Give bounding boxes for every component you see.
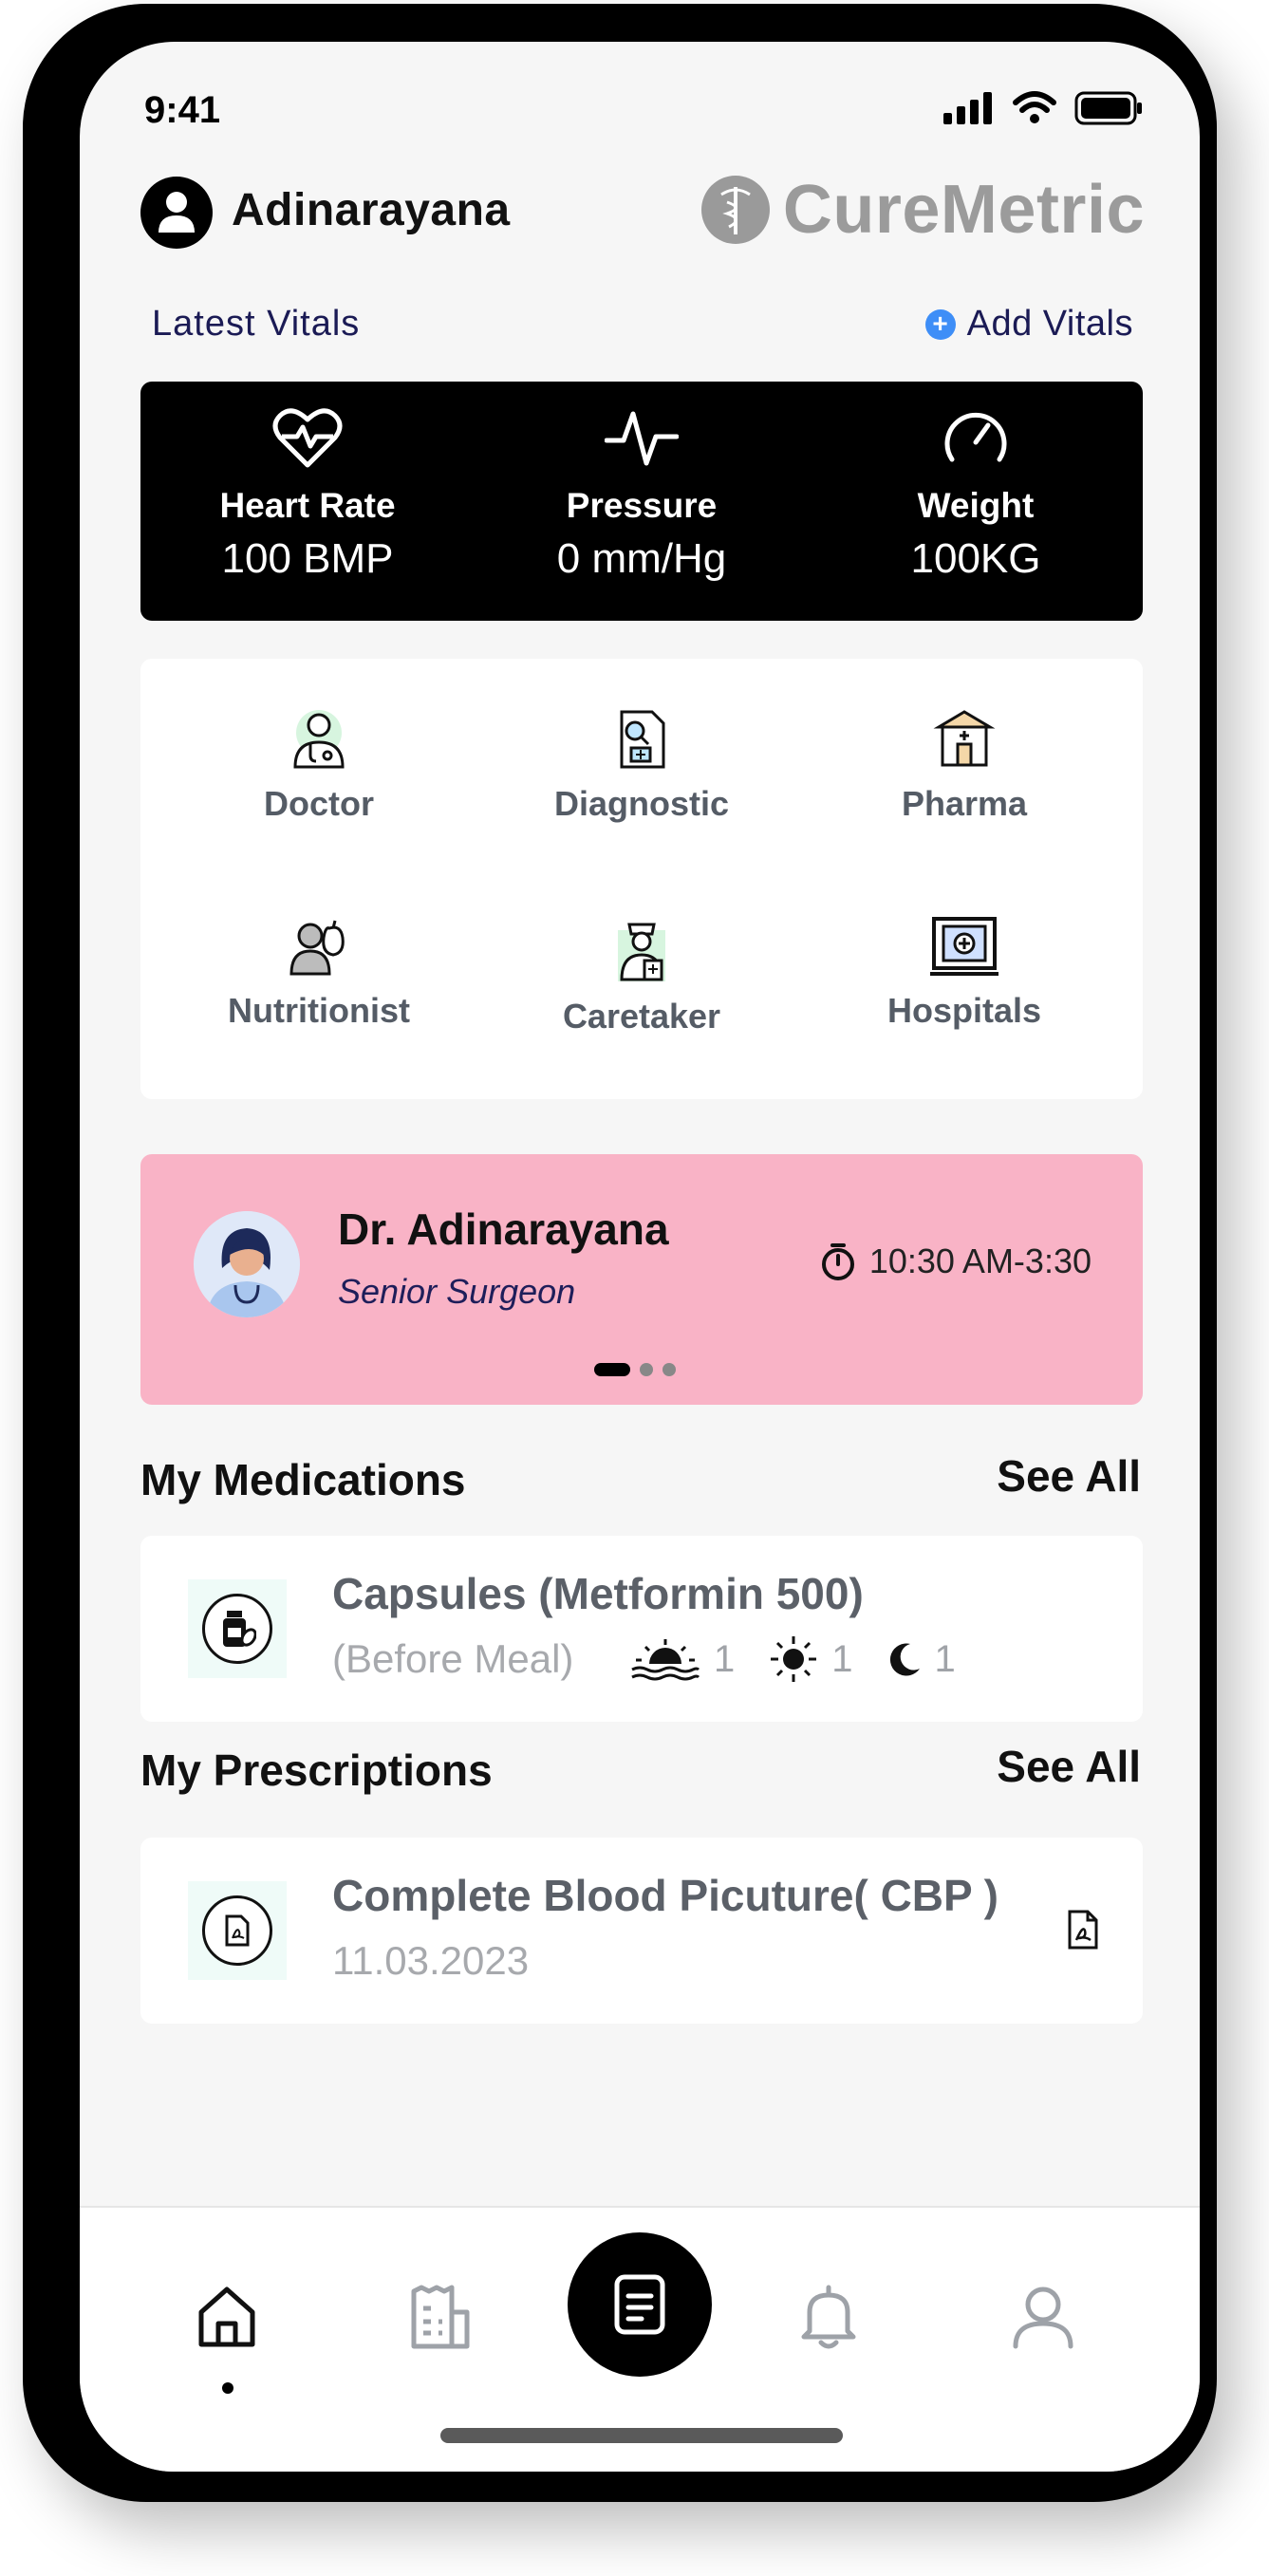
vitals-card: Heart Rate 100 BMP Pressure 0 mm/Hg Weig…: [140, 382, 1143, 621]
prescription-date: 11.03.2023: [332, 1938, 530, 1983]
prescription-item[interactable]: Complete Blood Picuture( CBP ) 11.03.202…: [140, 1838, 1143, 2024]
vital-label: Heart Rate: [219, 486, 396, 525]
service-label: Diagnostic: [553, 784, 730, 823]
heart-pulse-icon: [272, 408, 343, 468]
doctor-portrait-icon: [194, 1211, 300, 1317]
dose-schedule: 1 1 1: [630, 1634, 977, 1684]
user-avatar[interactable]: [140, 177, 213, 249]
carousel-dot[interactable]: [662, 1363, 676, 1376]
doctor-avatar: [194, 1211, 300, 1317]
medications-see-all[interactable]: See All: [997, 1450, 1141, 1502]
diagnostic-report-icon: [620, 710, 665, 769]
home-icon: [198, 2287, 255, 2347]
vital-label: Pressure: [566, 486, 718, 525]
morning-count: 1: [714, 1637, 736, 1680]
doctor-time-text: 10:30 AM-3:30: [868, 1241, 1092, 1280]
nav-documents-button[interactable]: [568, 2232, 712, 2377]
prescriptions-see-all[interactable]: See All: [997, 1741, 1141, 1792]
brand-name: CureMetric: [782, 172, 1145, 248]
pdf-document-icon: [202, 1895, 272, 1966]
vital-weight[interactable]: Weight 100KG: [809, 382, 1143, 621]
status-icons: [943, 91, 1143, 125]
service-caretaker[interactable]: Caretaker: [499, 915, 784, 1036]
service-label: Doctor: [264, 784, 374, 823]
caduceus-logo-icon: [700, 176, 770, 244]
nav-active-indicator: [222, 2382, 233, 2394]
document-icon: [614, 2274, 665, 2335]
vital-value: 0 mm/Hg: [556, 535, 727, 582]
latest-vitals-title: Latest Vitals: [152, 304, 361, 344]
service-hospitals[interactable]: Hospitals: [822, 915, 1107, 1031]
plus-icon: +: [924, 308, 956, 340]
stopwatch-icon: [821, 1243, 854, 1280]
hospital-icon: [930, 917, 998, 976]
doctor-role: Senior Surgeon: [338, 1272, 576, 1311]
sunrise-icon: [631, 1639, 700, 1681]
doctor-card[interactable]: Dr. Adinarayana Senior Surgeon 10:30 AM-…: [140, 1154, 1143, 1405]
pill-bottle-icon: [202, 1594, 272, 1664]
pharmacy-store-icon: [933, 710, 996, 767]
caretaker-nurse-icon: [618, 923, 665, 981]
app-screen: 9:41 Adinarayana CureMetric Latest Vital…: [80, 42, 1200, 2472]
medication-timing: (Before Meal): [332, 1636, 574, 1681]
gauge-icon: [944, 412, 1007, 462]
vital-pressure[interactable]: Pressure 0 mm/Hg: [475, 382, 809, 621]
carousel-dot[interactable]: [640, 1363, 653, 1376]
service-label: Nutritionist: [228, 991, 410, 1030]
service-label: Caretaker: [562, 997, 721, 1036]
doctor-time: 10:30 AM-3:30: [820, 1241, 1092, 1281]
pulse-wave-icon: [605, 411, 679, 466]
service-nutritionist[interactable]: Nutritionist: [177, 915, 461, 1031]
nutritionist-icon: [289, 920, 345, 976]
doctor-name: Dr. Adinarayana: [338, 1204, 669, 1254]
service-doctor[interactable]: Doctor: [177, 708, 461, 824]
add-vitals-button[interactable]: + Add Vitals: [924, 304, 1133, 345]
bell-icon: [801, 2285, 856, 2349]
battery-icon: [1074, 91, 1142, 125]
medication-item[interactable]: Capsules (Metformin 500) (Before Meal) 1: [140, 1536, 1143, 1722]
medication-icon-box: [188, 1579, 287, 1678]
afternoon-count: 1: [831, 1637, 853, 1680]
vital-value: 100 BMP: [221, 535, 394, 582]
prescriptions-title: My Prescriptions: [140, 1745, 493, 1795]
status-time: 9:41: [144, 89, 221, 131]
services-card: Doctor Diagnostic Pharma Nutritionist Ca…: [140, 659, 1143, 1099]
medications-title: My Medications: [140, 1455, 466, 1504]
wifi-icon: [1013, 91, 1056, 123]
user-icon: [159, 192, 195, 233]
reports-icon: [411, 2285, 470, 2349]
add-vitals-label: Add Vitals: [966, 304, 1133, 344]
phone-frame: 9:41 Adinarayana CureMetric Latest Vital…: [23, 4, 1217, 2502]
sun-icon: [771, 1636, 817, 1682]
user-name: Adinarayana: [232, 185, 511, 235]
vital-label: Weight: [917, 486, 1035, 525]
service-pharma[interactable]: Pharma: [822, 708, 1107, 824]
nav-home[interactable]: [184, 2274, 270, 2360]
night-count: 1: [934, 1637, 956, 1680]
prescription-name: Complete Blood Picuture( CBP ): [332, 1871, 998, 1920]
carousel-dot[interactable]: [594, 1363, 630, 1376]
service-label: Hospitals: [886, 991, 1042, 1030]
brand: CureMetric: [700, 171, 1145, 249]
vital-heart-rate[interactable]: Heart Rate 100 BMP: [140, 382, 475, 621]
pdf-download-icon[interactable]: [1067, 1910, 1099, 1950]
bottom-navigation: [80, 2206, 1200, 2472]
profile-icon: [1013, 2287, 1073, 2349]
service-diagnostic[interactable]: Diagnostic: [499, 708, 784, 824]
nav-reports[interactable]: [399, 2274, 484, 2360]
home-indicator[interactable]: [440, 2428, 843, 2443]
medication-name: Capsules (Metformin 500): [332, 1569, 864, 1618]
vital-value: 100KG: [910, 535, 1041, 582]
moon-icon: [889, 1643, 920, 1676]
doctor-icon: [293, 710, 345, 769]
service-label: Pharma: [901, 784, 1028, 823]
signal-icon: [943, 92, 992, 124]
nav-profile[interactable]: [1000, 2274, 1086, 2360]
carousel-dots: [594, 1363, 676, 1376]
prescription-icon-box: [188, 1881, 287, 1980]
nav-notifications[interactable]: [786, 2274, 871, 2360]
